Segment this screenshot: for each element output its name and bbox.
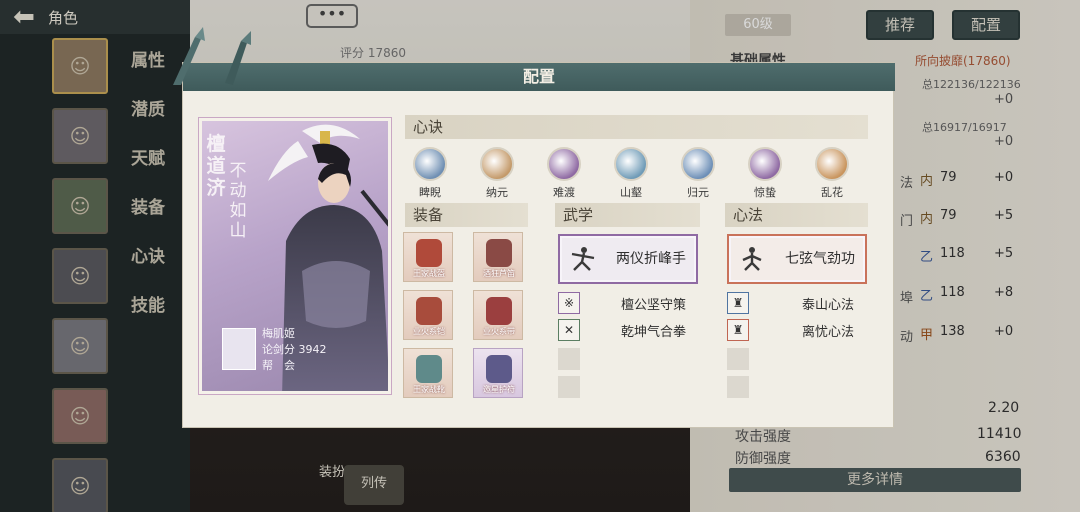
xinjue-item[interactable]: 纳元 (472, 147, 522, 200)
equipment-item-icon (486, 297, 512, 325)
xinjue-label: 乱花 (821, 186, 843, 199)
wuxue-sub-skill[interactable]: 檀公坚守策 (621, 294, 686, 313)
equipment-label: 王家战盔 (413, 269, 445, 278)
meditation-pose-icon (742, 247, 762, 271)
xinfa-sub-skill[interactable]: 离忧心法 (802, 321, 854, 340)
xinjue-orb-icon (748, 147, 782, 181)
skill-book-icon[interactable]: ♜ (727, 292, 749, 314)
equipment-label: 酒狂芦笛 (483, 269, 515, 278)
player-name: 梅肌姬 (262, 327, 295, 340)
equipment-item-icon (416, 239, 442, 267)
equipment-slot[interactable]: 酒狂芦笛 (473, 232, 523, 282)
player-avatar (222, 328, 256, 370)
modal-title: 配置 (522, 67, 555, 86)
equipment-slot[interactable]: 王家战盔 (403, 232, 453, 282)
xinjue-item[interactable]: 难渡 (539, 147, 589, 200)
skill-scroll-icon[interactable]: ※ (558, 292, 580, 314)
empty-skill-slot[interactable] (558, 348, 580, 370)
player-score: 论剑分 3942 (262, 343, 327, 356)
xinjue-label: 纳元 (486, 186, 508, 199)
wuxue-header: 武学 (555, 203, 700, 227)
equipment-item-icon (416, 297, 442, 325)
sword-ornament-icon (173, 27, 251, 85)
character-name: 檀道济 (206, 133, 226, 199)
equipment-slot[interactable]: 邀星护符 (473, 348, 523, 398)
equipment-label: 王家战靴 (413, 385, 445, 394)
character-epithet: 不动如山 (229, 161, 247, 241)
xinjue-label: 难渡 (553, 186, 575, 199)
xinjue-orb-icon (681, 147, 715, 181)
xinfa-main-skill[interactable]: 七弦气劲功 (727, 234, 867, 284)
empty-skill-slot[interactable] (727, 376, 749, 398)
equipment-slot[interactable]: 业火系铠 (403, 290, 453, 340)
xinjue-orb-icon (614, 147, 648, 181)
xinjue-item[interactable]: 山壑 (606, 147, 656, 200)
equipment-label: 业火系带 (483, 327, 515, 336)
equipment-item-icon (416, 355, 442, 383)
equipment-label: 业火系铠 (413, 327, 445, 336)
xinjue-orb-icon (815, 147, 849, 181)
xinjue-orb-icon (480, 147, 514, 181)
xinfa-header: 心法 (725, 203, 868, 227)
wuxue-main-name: 两仪折峰手 (616, 251, 686, 267)
player-guild: 帮 会 (262, 359, 295, 372)
xinjue-label: 睥睨 (419, 186, 441, 199)
empty-skill-slot[interactable] (727, 348, 749, 370)
xinjue-item[interactable]: 归元 (673, 147, 723, 200)
equipment-item-icon (486, 239, 512, 267)
xinjue-label: 惊蛰 (754, 186, 776, 199)
equipment-slot[interactable]: 业火系带 (473, 290, 523, 340)
xinjue-label: 归元 (687, 186, 709, 199)
xinjue-item[interactable]: 惊蛰 (740, 147, 790, 200)
equipment-slot[interactable]: 王家战靴 (403, 348, 453, 398)
xinfa-main-name: 七弦气劲功 (785, 251, 855, 267)
xinjue-item[interactable]: 乱花 (807, 147, 857, 200)
player-info: 梅肌姬 论剑分 3942 帮 会 (222, 325, 372, 375)
wuxue-main-skill[interactable]: 两仪折峰手 (558, 234, 698, 284)
martial-pose-icon (571, 247, 595, 271)
xinjue-label: 山壑 (620, 186, 642, 199)
equipment-item-icon (486, 355, 512, 383)
wuxue-sub-skill[interactable]: 乾坤气合拳 (621, 321, 686, 340)
skill-book-icon[interactable]: ♜ (727, 319, 749, 341)
xinjue-orb-icon (547, 147, 581, 181)
character-card[interactable]: 檀道济 不动如山 梅肌姬 论剑分 3942 帮 会 (199, 118, 391, 394)
xinjue-header: 心诀 (405, 115, 868, 139)
config-modal: 配置 檀道济 不动如山 梅肌姬 论剑分 3942 帮 会 心诀 装备 武学 两仪… (173, 27, 895, 428)
xinjue-item[interactable]: 睥睨 (405, 147, 455, 200)
xinfa-sub-skill[interactable]: 泰山心法 (802, 294, 854, 313)
equip-header: 装备 (405, 203, 528, 227)
equipment-label: 邀星护符 (483, 385, 515, 394)
skill-fist-icon[interactable]: ✕ (558, 319, 580, 341)
xinjue-orb-icon (413, 147, 447, 181)
empty-skill-slot[interactable] (558, 376, 580, 398)
